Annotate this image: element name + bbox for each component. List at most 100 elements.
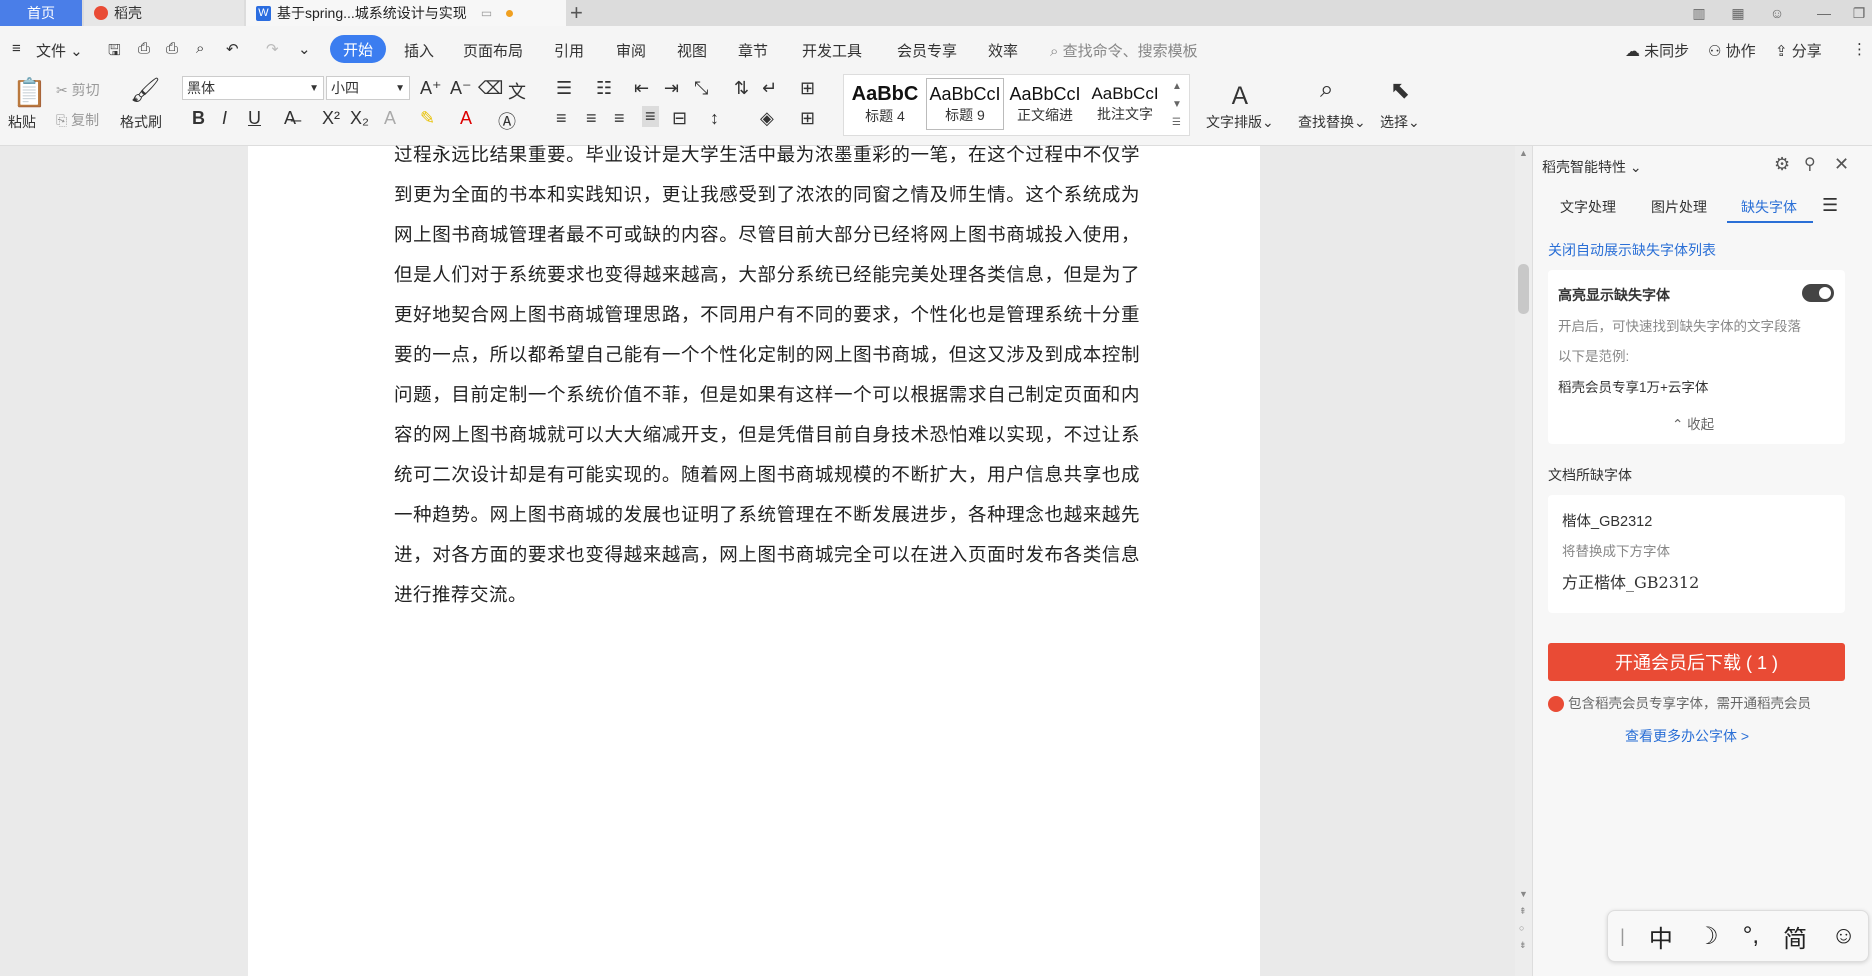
panel-tab-missing-fonts[interactable]: 缺失字体	[1741, 197, 1797, 217]
print-icon[interactable]: ⎙	[166, 40, 178, 60]
quick-access-more-icon[interactable]: ⌄	[298, 40, 311, 60]
text-layout-icon[interactable]: Ａ	[1228, 76, 1252, 111]
style-heading9[interactable]: AaBbCcI 标题 9	[926, 78, 1004, 130]
find-replace-button[interactable]: 查找替换⌄	[1298, 112, 1366, 132]
scroll-thumb[interactable]	[1518, 264, 1529, 314]
pinyin-icon[interactable]: 文	[508, 78, 526, 104]
cut-button[interactable]: ✂ 剪切	[56, 80, 100, 100]
export-pdf-icon[interactable]: ⎙	[138, 40, 150, 60]
text-layout-button[interactable]: 文字排版⌄	[1206, 112, 1274, 132]
format-painter-button[interactable]: 格式刷	[120, 112, 162, 132]
moon-icon[interactable]: ☽	[1697, 922, 1719, 951]
ime-language-toggle[interactable]: 中	[1649, 919, 1673, 954]
more-menu-icon[interactable]: ⋮	[1852, 40, 1867, 60]
ime-simplified-toggle[interactable]: 简	[1783, 919, 1807, 954]
panel-tab-text[interactable]: 文字处理	[1560, 197, 1616, 217]
pin-icon[interactable]: ⚲	[1804, 154, 1816, 174]
tab-start[interactable]: 开始	[330, 35, 386, 63]
download-fonts-button[interactable]: 开通会员后下载 ( 1 )	[1548, 643, 1845, 681]
format-painter-icon[interactable]: 🖌	[130, 76, 160, 105]
layout-icon[interactable]: ▥	[1685, 0, 1713, 26]
command-search[interactable]: ⌕ 查找命令、搜索模板	[1050, 40, 1198, 60]
sync-status[interactable]: ☁ 未同步	[1625, 40, 1689, 60]
indent-icon[interactable]: ⇥	[664, 78, 679, 99]
tab-document[interactable]: W 基于spring...城系统设计与实现 ▭	[246, 0, 566, 26]
paste-icon[interactable]: 📋	[12, 76, 47, 109]
font-size-select[interactable]: 小四 ▼	[326, 76, 410, 100]
tab-home[interactable]: 首页	[0, 0, 82, 26]
undo-icon[interactable]: ↶	[226, 40, 239, 60]
save-icon[interactable]: 🖫	[108, 40, 121, 60]
char-border-icon[interactable]: Ⓐ	[498, 108, 516, 134]
collab-button[interactable]: ⚇ 协作	[1708, 40, 1756, 60]
text-effect-icon[interactable]: A	[384, 108, 396, 129]
clear-format-icon[interactable]: ⌫	[478, 78, 503, 99]
bold-icon[interactable]: B	[192, 108, 205, 129]
scroll-up-icon[interactable]: ▲	[1519, 148, 1528, 158]
tab-references[interactable]: 引用	[554, 40, 584, 60]
page-nav-icon[interactable]: ▼ ⇞ ○ ⇟	[1519, 886, 1528, 954]
panel-tab-image[interactable]: 图片处理	[1651, 197, 1707, 217]
ruler-icon[interactable]: ⊞	[800, 78, 815, 99]
style-body-indent[interactable]: AaBbCcI 正文缩进	[1006, 78, 1084, 130]
close-auto-show-link[interactable]: 关闭自动展示缺失字体列表	[1548, 240, 1716, 260]
align-right-icon[interactable]: ≡	[614, 108, 625, 129]
document-body-text[interactable]: 过程永远比结果重要。毕业设计是大学生活中最为浓墨重彩的一笔，在这个过程中不仅学到…	[394, 136, 1140, 616]
italic-icon[interactable]: I	[222, 108, 227, 129]
collapse-button[interactable]: ⌃ 收起	[1672, 413, 1714, 433]
outdent-icon[interactable]: ⇤	[634, 78, 649, 99]
tab-review[interactable]: 审阅	[616, 40, 646, 60]
grid-icon[interactable]: ▦	[1724, 0, 1752, 26]
panel-title[interactable]: 稻壳智能特性 ⌄	[1542, 157, 1642, 177]
underline-icon[interactable]: U	[248, 108, 261, 129]
subscript-icon[interactable]: X₂	[350, 108, 369, 129]
share-button[interactable]: ⇪ 分享	[1775, 40, 1822, 60]
style-heading4[interactable]: AaBbC 标题 4	[846, 78, 924, 130]
hamburger-icon[interactable]: ≡	[12, 40, 21, 60]
tab-insert[interactable]: 插入	[404, 40, 434, 60]
sort-icon[interactable]: ⇅	[734, 78, 749, 99]
tab-page-layout[interactable]: 页面布局	[463, 40, 523, 60]
emoji-icon[interactable]: ☺	[1831, 922, 1856, 950]
ime-drag-handle[interactable]: |	[1620, 926, 1625, 947]
strikethrough-icon[interactable]: A̶	[284, 108, 296, 129]
print-preview-icon[interactable]: ⌕	[196, 40, 204, 60]
tab-section[interactable]: 章节	[738, 40, 768, 60]
avatar[interactable]: ☺	[1763, 0, 1791, 26]
style-comment-text[interactable]: AaBbCcI 批注文字	[1086, 78, 1164, 130]
line-break-icon[interactable]: ↵	[762, 78, 777, 99]
decrease-font-icon[interactable]: A⁻	[450, 78, 472, 99]
select-cursor-icon[interactable]: ⬉	[1390, 76, 1410, 105]
minimize-icon[interactable]: —	[1810, 0, 1838, 26]
ime-toolbar[interactable]: | 中 ☽ °, 简 ☺	[1607, 910, 1869, 962]
redo-icon[interactable]: ↷	[266, 40, 279, 60]
shading-icon[interactable]: ◈	[760, 108, 774, 129]
tab-developer[interactable]: 开发工具	[802, 40, 862, 60]
align-left-icon[interactable]: ≡	[556, 108, 567, 129]
paste-button[interactable]: 粘贴	[8, 112, 36, 132]
copy-button[interactable]: ⎘ 复制	[56, 110, 99, 130]
style-gallery-scroll-icon[interactable]: ▲ ▼ ☰	[1172, 78, 1182, 132]
find-replace-icon[interactable]: ⌕	[1320, 76, 1333, 104]
font-name-select[interactable]: 黑体 ▼	[182, 76, 324, 100]
ime-punctuation-toggle[interactable]: °,	[1743, 922, 1759, 950]
border-icon[interactable]: ⊞	[800, 108, 815, 129]
tab-daoke[interactable]: 稻壳	[84, 0, 244, 26]
numbered-list-icon[interactable]: ☷	[596, 78, 612, 99]
close-icon[interactable]: ✕	[1834, 154, 1849, 175]
vertical-scrollbar[interactable]: ▲ ▼ ⇞ ○ ⇟	[1515, 146, 1532, 976]
tab-view[interactable]: 视图	[677, 40, 707, 60]
line-spacing-icon[interactable]: ↕	[710, 108, 719, 129]
superscript-icon[interactable]: X²	[322, 108, 340, 129]
new-tab-button[interactable]: +	[570, 0, 583, 26]
highlight-icon[interactable]: ✎	[420, 108, 435, 129]
justify-icon[interactable]: ≡	[642, 106, 659, 127]
restore-icon[interactable]: ❐	[1845, 0, 1872, 26]
tab-member[interactable]: 会员专享	[897, 40, 957, 60]
panel-menu-icon[interactable]: ☰	[1822, 195, 1838, 216]
settings-gear-icon[interactable]: ⚙	[1774, 154, 1790, 175]
text-direction-icon[interactable]: ⤡	[694, 78, 708, 99]
font-color-icon[interactable]: A	[460, 108, 472, 129]
increase-font-icon[interactable]: A⁺	[420, 78, 442, 99]
align-center-icon[interactable]: ≡	[586, 108, 597, 129]
